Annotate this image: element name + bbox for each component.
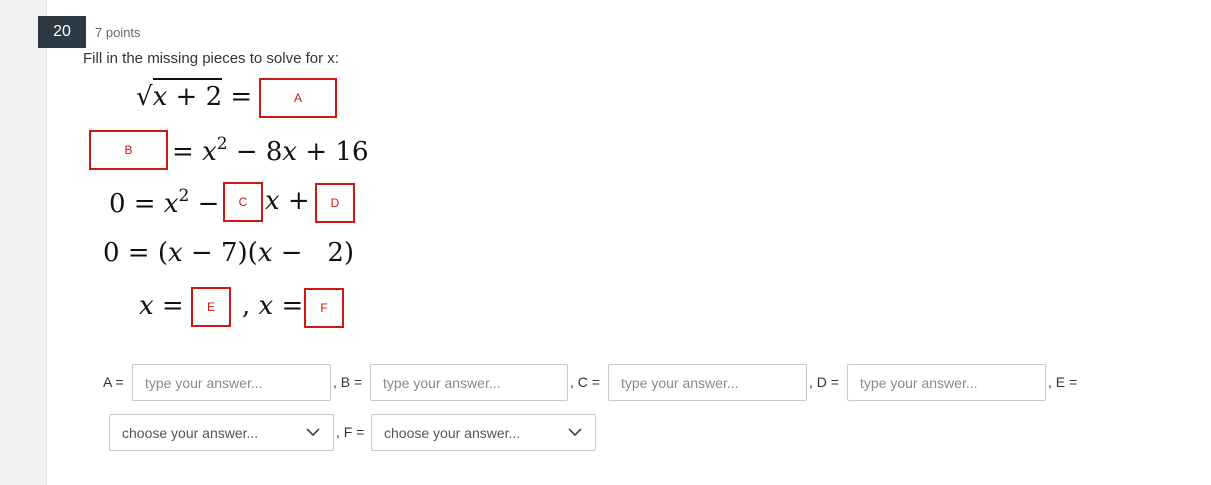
equation-line-4: 0 = (x − 7)(x − 2) (103, 238, 355, 268)
label-d: , D = (809, 374, 839, 390)
answer-f-select-value: choose your answer... (384, 424, 521, 441)
equation-line-5-mid: , x = (242, 291, 304, 321)
label-a: A = (103, 374, 124, 390)
sqrt-radicand: x + 2 (152, 78, 223, 112)
equation-line-2: = x2 − 8x + 16 (172, 134, 369, 167)
label-c: , C = (570, 374, 600, 390)
answer-b-input[interactable] (370, 364, 568, 401)
sqrt-symbol: √ (136, 82, 153, 112)
answer-e-select[interactable]: choose your answer... (109, 414, 334, 451)
chevron-down-icon (306, 428, 320, 437)
question-number-badge: 20 (38, 16, 86, 48)
equation-line-1: √x + 2 = (136, 78, 253, 112)
box-f: F (304, 288, 344, 328)
question-prompt: Fill in the missing pieces to solve for … (83, 50, 339, 67)
box-c: C (223, 182, 263, 222)
question-points: 7 points (95, 25, 141, 40)
equals-sign: = (222, 82, 253, 112)
answer-a-input[interactable] (132, 364, 331, 401)
box-e: E (191, 287, 231, 327)
answer-d-input[interactable] (847, 364, 1046, 401)
answer-e-select-value: choose your answer... (122, 424, 259, 441)
label-e: , E = (1048, 374, 1078, 390)
equation-line-5-lhs: x = (139, 291, 184, 321)
answer-f-select[interactable]: choose your answer... (371, 414, 596, 451)
left-gutter (0, 0, 47, 485)
equation-line-3-mid: x + (265, 186, 310, 216)
box-a: A (259, 78, 337, 118)
label-b: , B = (333, 374, 363, 390)
box-b: B (89, 130, 168, 170)
equation-line-3-lhs: 0 = x2 − (109, 186, 220, 219)
box-d: D (315, 183, 355, 223)
chevron-down-icon (568, 428, 582, 437)
answer-c-input[interactable] (608, 364, 807, 401)
label-f: , F = (336, 424, 365, 440)
